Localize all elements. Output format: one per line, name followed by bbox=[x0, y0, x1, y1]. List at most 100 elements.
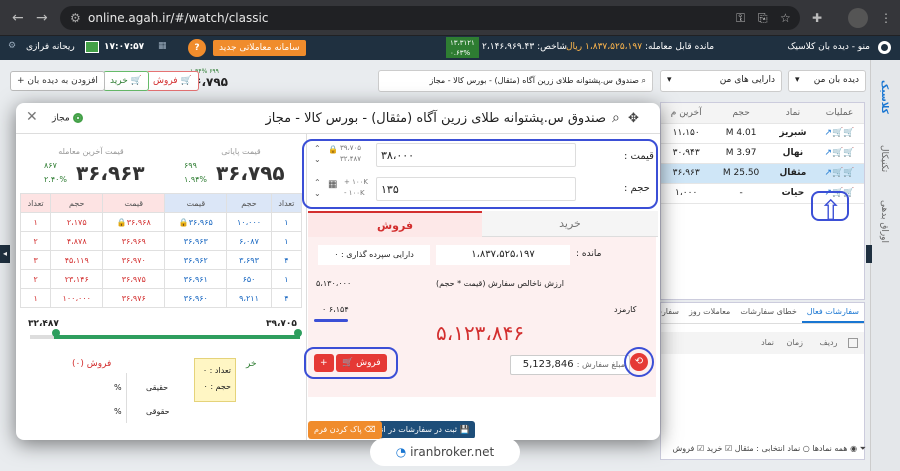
symbol-search-input[interactable]: ⌕ صندوق س.پشتوانه طلای زرین آگاه (مثقال)… bbox=[378, 70, 653, 92]
buy-cart-icon[interactable]: 🛒 bbox=[843, 128, 854, 138]
lock-icon[interactable]: 🔒 bbox=[328, 145, 338, 154]
tab-order-errors[interactable]: خطای سفارشات bbox=[735, 303, 801, 321]
price-label: قیمت : bbox=[624, 151, 654, 162]
col-symbol: نماد bbox=[770, 103, 816, 124]
chart-icon[interactable]: ↗ bbox=[825, 148, 833, 158]
assets-dropdown[interactable]: دارایی های من ▾ bbox=[660, 70, 782, 92]
price-range-track bbox=[30, 335, 300, 339]
help-icon[interactable]: ? bbox=[188, 39, 206, 57]
side-tab-classic[interactable]: کلاسیک bbox=[879, 80, 889, 114]
status-badge: مجاز bbox=[52, 113, 83, 124]
volume-input[interactable]: ۱۳۵ bbox=[376, 177, 576, 201]
order-book-row[interactable]: ۱ ۱۰۰،۰۰۰ ۳۶،۹۷۶ ۳۶،۹۶۰ ۹،۲۱۱ ۴ bbox=[19, 288, 303, 308]
install-icon[interactable]: ⎘ bbox=[758, 11, 768, 26]
close-icon[interactable]: ✕ bbox=[26, 109, 38, 125]
layout-icon[interactable]: ▦ bbox=[158, 41, 167, 51]
deposit-assets: دارایی سپرده گذاری : ۰ bbox=[318, 245, 430, 265]
volume-stepper[interactable]: ⌃ ⌄ bbox=[314, 177, 321, 199]
menu-label[interactable]: منو - دیده بان کلاسیک bbox=[787, 42, 870, 52]
tab-buy[interactable]: خرید bbox=[482, 211, 658, 237]
annotation-underline bbox=[314, 319, 348, 322]
address-bar[interactable]: ⚙ online.agah.ir/#/watch/classic bbox=[60, 6, 800, 30]
col-row: ردیف bbox=[819, 338, 838, 347]
user-name[interactable]: ریحانه فرازی bbox=[26, 42, 75, 52]
legal-pct: % bbox=[114, 407, 122, 416]
side-tab-bonds[interactable]: اوراق بدهی bbox=[879, 200, 889, 243]
last-price-label: قیمت آخرین معامله bbox=[58, 147, 124, 156]
settings-icon[interactable]: ⚙ bbox=[8, 41, 16, 51]
price-stepper[interactable]: ⌃ ⌄ bbox=[314, 143, 321, 165]
sell-button[interactable]: 🛒 فروش bbox=[336, 354, 387, 372]
table-row-selected[interactable]: 🛒🛒↗ مثقال 25.50 M ۳۶،۹۶۳ bbox=[661, 163, 864, 184]
remaining-label: مانده : bbox=[576, 249, 602, 259]
table-row[interactable]: 🛒🛒↗ نهال 3.97 M ۳۰،۹۴۳ bbox=[661, 143, 864, 164]
volume-quick[interactable]: + ۱۰۰K - ۱۰۰K bbox=[344, 177, 368, 199]
order-book-row[interactable]: ۲ ۲۳،۱۴۶ ۳۶،۹۷۵ ۳۶،۹۶۱ ۶۵۰ ۱ bbox=[19, 269, 303, 289]
chevron-down-icon: ▾ bbox=[667, 75, 672, 85]
checkbox-buy[interactable]: ☑ bbox=[725, 444, 732, 453]
price-input[interactable]: ۳۸،۰۰۰ bbox=[376, 143, 576, 167]
buy-cart-icon[interactable]: 🛒 bbox=[843, 148, 854, 158]
toolbar-buy-button[interactable]: خرید 🛒 bbox=[103, 71, 149, 91]
key-icon[interactable]: ⚿ bbox=[736, 11, 745, 26]
star-icon[interactable]: ☆ bbox=[780, 11, 791, 25]
lock-icon: 🔒 bbox=[178, 217, 189, 227]
toolbar-sell-button[interactable]: فروش 🛒 bbox=[146, 71, 199, 91]
save-icon: 💾 bbox=[459, 425, 470, 434]
range-handle-low[interactable] bbox=[52, 329, 60, 337]
tab-sell[interactable]: فروش bbox=[308, 211, 482, 237]
buy-cart-icon[interactable]: 🛒 bbox=[843, 168, 854, 178]
watch-dropdown[interactable]: دیده بان من ▾ bbox=[788, 70, 866, 92]
collapse-right-icon[interactable] bbox=[866, 245, 872, 263]
closing-price: ۳۶،۷۹۵ bbox=[216, 161, 285, 185]
sell-cart-icon[interactable]: 🛒 bbox=[832, 168, 843, 178]
add-to-watch-button[interactable]: افزودن به دیده بان + bbox=[10, 71, 105, 91]
reset-icon[interactable]: ⟲ bbox=[630, 353, 648, 371]
side-tab-technical[interactable]: تکنیکال bbox=[879, 145, 889, 172]
site-info-icon[interactable]: ⚙ bbox=[70, 6, 81, 30]
forward-icon[interactable]: → bbox=[36, 10, 48, 26]
drag-move-icon[interactable]: ✥ bbox=[628, 111, 639, 126]
radio-selected[interactable]: ○ bbox=[803, 444, 810, 453]
select-all-checkbox[interactable] bbox=[848, 337, 858, 348]
lock-icon: 🔒 bbox=[116, 217, 127, 227]
order-book-row[interactable]: ۲ ۴،۸۷۸ ۳۶،۹۶۹ ۳۶،۹۶۳ ۶،۰۸۷ ۱ bbox=[19, 231, 303, 251]
extensions-icon[interactable]: ✚ bbox=[812, 11, 822, 25]
app-topbar: منو - دیده بان کلاسیک مانده قابل معامله:… bbox=[0, 36, 900, 60]
remaining-value: ۱،۸۳۷،۵۲۵،۱۹۷ bbox=[436, 245, 570, 265]
table-row[interactable]: 🛒🛒↗ شبریز 4.01 M ۱۱،۱۵۰ bbox=[661, 123, 864, 144]
radio-all[interactable]: ◉ bbox=[850, 444, 857, 453]
real-label: حقیقی bbox=[146, 383, 169, 392]
back-icon[interactable]: ← bbox=[12, 10, 24, 26]
clock: ۱۷:۰۷:۵۷ bbox=[104, 42, 145, 52]
order-book-row[interactable]: ۱ ۲،۱۷۵ 🔒۳۶،۹۶۸ 🔒۳۶،۹۶۵ ۱۰،۰۰۰ ۱ bbox=[19, 212, 303, 232]
checkbox-sell[interactable]: ☑ bbox=[697, 444, 704, 453]
chevron-down-icon: ▾ bbox=[795, 75, 800, 85]
collapse-left-icon[interactable]: ◂ bbox=[0, 245, 10, 263]
closing-change: ۶۹۹ bbox=[184, 161, 197, 170]
real-pct: % bbox=[114, 383, 122, 392]
tab-day-trades[interactable]: معاملات روز bbox=[684, 303, 735, 321]
order-book-row[interactable]: ۳ ۴۵،۱۱۹ ۳۶،۹۷۰ ۳۶،۹۶۲ ۳،۶۹۳ ۴ bbox=[19, 250, 303, 270]
col-symbol: نماد bbox=[761, 338, 774, 347]
tab-day-orders[interactable]: سفارشات روز bbox=[661, 303, 684, 321]
clear-form-button[interactable]: ⌫ پاک کردن فرم bbox=[308, 421, 382, 439]
calculator-icon[interactable]: ▦ bbox=[328, 179, 337, 190]
sell-cart-icon[interactable]: 🛒 bbox=[832, 128, 843, 138]
browser-menu-icon[interactable]: ⋮ bbox=[880, 11, 892, 25]
watermark: ◔ iranbroker.net bbox=[370, 438, 520, 466]
search-icon[interactable]: ⌕ bbox=[612, 110, 620, 126]
chart-icon[interactable]: ↗ bbox=[825, 128, 833, 138]
last-pct: ۲.۴۰% bbox=[44, 175, 68, 184]
sell-cart-icon[interactable]: 🛒 bbox=[832, 148, 843, 158]
profile-avatar[interactable] bbox=[848, 8, 868, 28]
new-system-button[interactable]: سامانه معاملاتی جدید bbox=[213, 40, 306, 56]
chart-icon[interactable]: ↗ bbox=[825, 168, 833, 178]
fee-values: ۶،۱۵۴ ۰ bbox=[322, 305, 349, 314]
volume-label: حجم : bbox=[624, 183, 650, 194]
add-order-button[interactable]: + bbox=[314, 354, 334, 372]
last-price: ۳۶،۹۶۳ bbox=[76, 161, 145, 185]
side-tabs: کلاسیک تکنیکال اوراق بدهی bbox=[870, 60, 900, 471]
range-handle-high[interactable] bbox=[294, 329, 302, 337]
tab-active-orders[interactable]: سفارشات فعال bbox=[801, 303, 864, 323]
